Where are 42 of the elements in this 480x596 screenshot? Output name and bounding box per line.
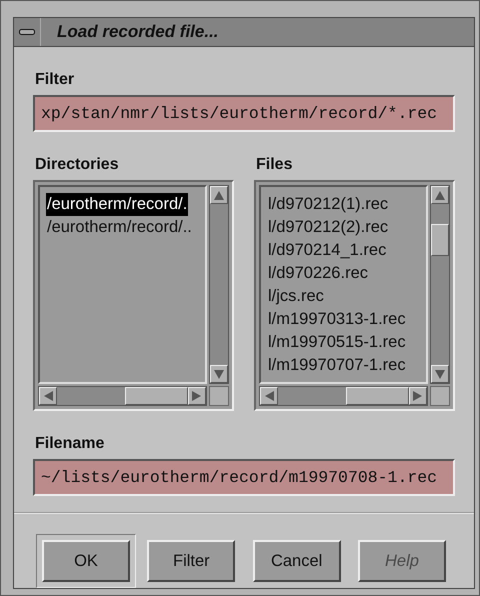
list-label: Files <box>256 156 294 174</box>
vertical-scrollbar[interactable] <box>209 185 229 384</box>
list-item[interactable]: l/m19970313-1.rec <box>267 308 407 331</box>
scroll-thumb[interactable] <box>125 387 188 405</box>
dialog-button[interactable]: Filter <box>147 540 236 582</box>
scroll-right-button[interactable] <box>409 387 427 405</box>
filter-field[interactable]: xp/stan/nmr/lists/eurotherm/record/*.rec <box>33 95 455 132</box>
list-item[interactable]: /eurotherm/record/. <box>46 193 188 216</box>
list-item[interactable]: l/d970226.rec <box>267 262 369 285</box>
window-title: Load recorded file... <box>57 22 219 42</box>
list-item[interactable]: l/m19970707-1.rec <box>267 354 407 377</box>
list-item[interactable]: l/m19970515-1.rec <box>267 331 407 354</box>
scrollbar-corner <box>209 386 229 406</box>
ok-button[interactable]: OK <box>42 540 130 582</box>
list-item[interactable]: l/d970214_1.rec <box>267 239 388 262</box>
vertical-scrollbar[interactable] <box>430 185 450 384</box>
minimize-icon <box>19 29 35 35</box>
scroll-up-button[interactable] <box>210 186 228 204</box>
dialog-button[interactable]: Cancel <box>252 540 341 582</box>
scroll-down-button[interactable] <box>431 365 449 383</box>
horizontal-scrollbar[interactable] <box>259 386 428 406</box>
scroll-thumb[interactable] <box>346 387 409 405</box>
scroll-thumb[interactable] <box>431 224 449 256</box>
list-label: Directories <box>35 156 120 174</box>
filename-label: Filename <box>35 435 104 453</box>
list-item[interactable]: l/d970212(1).rec <box>267 193 390 216</box>
filter-label: Filter <box>35 71 74 89</box>
scroll-left-button[interactable] <box>39 387 57 405</box>
list-item[interactable]: l/d970212(2).rec <box>267 216 390 239</box>
down-arrow-icon <box>212 367 226 381</box>
horizontal-scrollbar[interactable] <box>38 386 207 406</box>
list-item[interactable]: l/jcs.rec <box>267 285 325 308</box>
scroll-right-button[interactable] <box>188 387 206 405</box>
list-item[interactable]: /eurotherm/record/.. <box>46 216 193 239</box>
filename-field[interactable]: ~/lists/eurotherm/record/m19970708-1.rec <box>33 459 455 496</box>
files-list[interactable]: l/d970212(1).rec l/d970212(2).rec l/d970214_1.rec l/d970226.rec l/jcs.rec l/m19970313-1.rec l/m19970515-1.rec l/m19970707-1.rec <box>259 185 428 384</box>
scroll-up-button[interactable] <box>431 186 449 204</box>
scrollbar-corner <box>430 386 450 406</box>
scroll-down-button[interactable] <box>210 365 228 383</box>
directories-list[interactable]: /eurotherm/record/. /eurotherm/record/.. <box>38 185 207 384</box>
scroll-left-button[interactable] <box>260 387 278 405</box>
down-arrow-icon <box>433 367 447 381</box>
